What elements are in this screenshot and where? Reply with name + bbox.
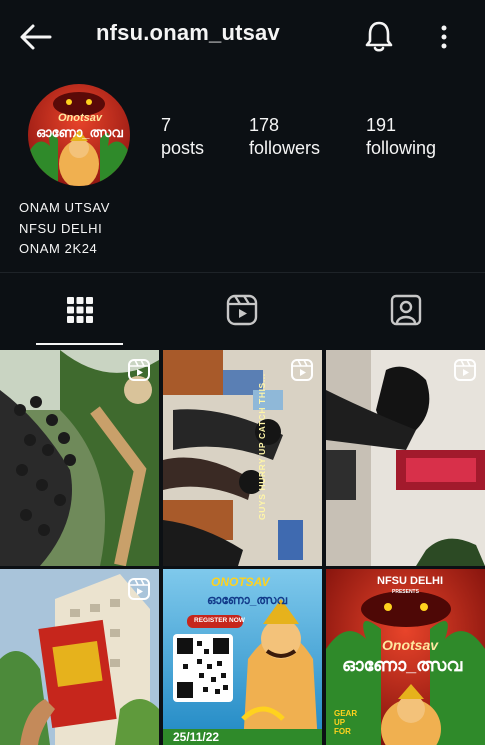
avatar-title: Onotsav	[58, 112, 103, 124]
bio-line: ONAM 2K24	[19, 241, 98, 256]
posts-count: 7	[161, 115, 172, 135]
poster-tag: GEAR UP FOR	[334, 709, 358, 736]
profile-tabs	[0, 274, 485, 348]
posts-label: posts	[161, 138, 205, 158]
followers-stat[interactable]: 178 followers	[249, 114, 320, 160]
poster-subtitle: ഓണോ_ത്സവ	[342, 655, 463, 675]
followers-label: followers	[249, 138, 321, 158]
following-count: 191	[366, 115, 397, 135]
post-thumbnail[interactable]	[0, 569, 159, 745]
post-thumbnail[interactable]: ONOTSAV ഓണോ_ത്സവ REGISTER NOW 25/11/22	[163, 569, 322, 745]
bio-line: NFSU DELHI	[19, 220, 103, 236]
poster-name: Onotsav	[382, 637, 439, 653]
posts-grid: GUYS HURRY UP CATCH THIS... ONOTSAV ഓണോ_…	[0, 350, 485, 745]
poster-presents: PRESENTS	[392, 589, 419, 595]
grid-icon	[67, 297, 93, 323]
following-stat[interactable]: 191 following	[366, 114, 436, 160]
poster-org: NFSU DELHI	[377, 575, 443, 587]
profile-bio: ONAM UTSAV NFSU DELHI ONAM 2K24	[19, 198, 110, 260]
reel-icon	[127, 577, 151, 601]
posts-stat[interactable]: 7 posts	[161, 114, 204, 160]
profile-username: nfsu.onam_utsav	[96, 20, 280, 45]
section-divider	[0, 272, 485, 273]
poster-footer: 25/11/22	[173, 730, 220, 744]
post-thumbnail[interactable]	[326, 350, 485, 566]
post-thumbnail[interactable]: GUYS HURRY UP CATCH THIS...	[163, 350, 322, 566]
poster-title: ONOTSAV	[211, 575, 270, 589]
tab-posts-grid[interactable]	[60, 290, 100, 330]
more-options-icon[interactable]	[432, 20, 456, 54]
followers-count: 178	[249, 115, 280, 135]
top-bar: nfsu.onam_utsav	[0, 0, 485, 74]
tagged-icon	[390, 294, 422, 326]
post-thumbnail[interactable]	[0, 350, 159, 566]
reel-icon	[127, 358, 151, 382]
poster-cta: REGISTER NOW	[194, 617, 245, 624]
poster-subtitle: ഓണോ_ത്സവ	[207, 593, 288, 607]
following-label: following	[366, 138, 437, 158]
post-overlay-text: GUYS HURRY UP CATCH THIS...	[257, 373, 267, 520]
back-arrow-icon[interactable]	[16, 20, 56, 54]
profile-avatar[interactable]: Onotsav ഓണോ_ത്സവ	[28, 84, 130, 186]
post-thumbnail[interactable]: NFSU DELHI PRESENTS Onotsav ഓണോ_ത്സവ GEA…	[326, 569, 485, 745]
tab-reels[interactable]	[222, 290, 262, 330]
reel-icon	[453, 358, 477, 382]
active-tab-indicator	[36, 343, 123, 345]
notification-bell-icon[interactable]	[362, 18, 396, 54]
avatar-subtitle: ഓണോ_ത്സവ	[36, 125, 123, 140]
reel-icon	[290, 358, 314, 382]
tab-tagged[interactable]	[386, 290, 426, 330]
reels-icon	[226, 294, 258, 326]
bio-line: ONAM UTSAV	[19, 200, 110, 215]
